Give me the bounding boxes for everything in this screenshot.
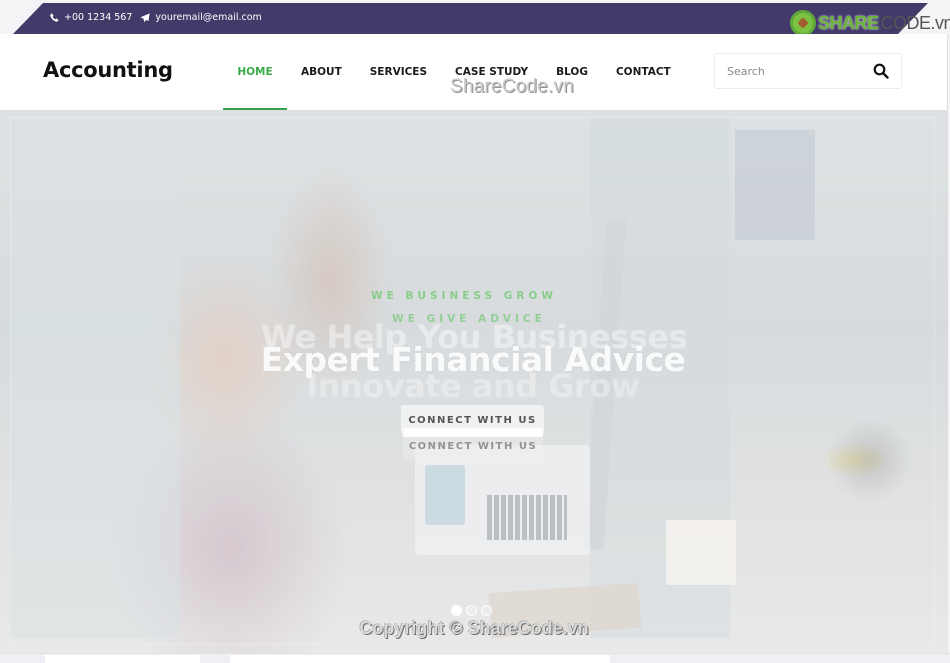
nav-item-home[interactable]: HOME	[223, 34, 287, 110]
slider-dot-2[interactable]	[466, 605, 477, 616]
paper-plane-icon	[140, 12, 151, 23]
main-nav: HOME ABOUT SERVICES CASE STUDY BLOG CONT…	[223, 34, 685, 110]
sharecode-logo-icon	[790, 10, 816, 36]
search-input[interactable]	[715, 64, 865, 78]
phone-contact[interactable]: +00 1234 567	[50, 12, 132, 23]
nav-item-case-study[interactable]: CASE STUDY	[441, 34, 542, 110]
connect-with-us-button-secondary[interactable]: CONNECT WITH US	[403, 431, 543, 461]
nav-item-about[interactable]: ABOUT	[287, 34, 356, 110]
watermark-header-text: ShareCode.vn	[450, 76, 574, 97]
nav-item-services[interactable]: SERVICES	[356, 34, 441, 110]
phone-icon	[50, 13, 59, 22]
slider-dot-3[interactable]	[481, 605, 492, 616]
top-bar-contact: +00 1234 567 youremail@email.com	[50, 12, 262, 23]
site-header: Accounting HOME ABOUT SERVICES CASE STUD…	[0, 34, 948, 110]
nav-item-blog[interactable]: BLOG	[542, 34, 602, 110]
watermark-copyright: Copyright © ShareCode.vn	[359, 618, 589, 638]
search-icon[interactable]	[873, 63, 891, 81]
bottom-strip	[0, 653, 950, 663]
hero-frame	[10, 117, 935, 645]
brand-logo[interactable]: Accounting	[43, 58, 173, 82]
slider-dots	[451, 605, 492, 616]
bottom-strip-segment	[230, 655, 610, 663]
phone-number: +00 1234 567	[64, 12, 133, 23]
watermark-code-text: CODE.vn	[880, 12, 950, 33]
watermark-share-text: SHARE	[818, 12, 879, 33]
bottom-strip-segment	[45, 655, 200, 663]
slider-dot-1[interactable]	[451, 605, 462, 616]
nav-item-contact[interactable]: CONTACT	[602, 34, 685, 110]
search-box	[714, 53, 902, 89]
email-contact[interactable]: youremail@email.com	[140, 12, 262, 23]
page: +00 1234 567 youremail@email.com SHARE CO…	[0, 0, 950, 663]
sharecode-watermark-logo: SHARE CODE.vn	[790, 10, 950, 36]
hero-slider: WE BUSINESS GROW WE GIVE ADVICE We Help …	[0, 110, 948, 653]
email-address: youremail@email.com	[155, 12, 262, 23]
